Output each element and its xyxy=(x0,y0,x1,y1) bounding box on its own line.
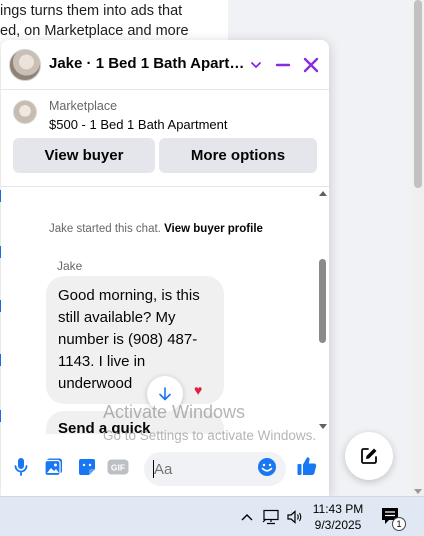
activate-windows-subtitle: Go to Settings to activate Windows. xyxy=(103,428,317,443)
message-scrollbar[interactable] xyxy=(317,187,327,434)
taskbar: 11:43 PM 9/3/2025 xyxy=(0,496,424,536)
new-message-button[interactable] xyxy=(345,432,393,480)
page-scrollbar-thumb[interactable] xyxy=(414,0,422,188)
chat-title[interactable]: Jake · 1 Bed 1 Bath Apartm… xyxy=(49,55,245,72)
message-scroll-up-arrow[interactable] xyxy=(319,191,327,196)
chevron-up-icon[interactable] xyxy=(237,507,257,527)
text-caret xyxy=(153,460,154,478)
listing-label: Marketplace xyxy=(49,99,118,113)
message-list[interactable]: Jake started this chat. View buyer profi… xyxy=(1,186,329,434)
activate-windows-title: Activate Windows xyxy=(103,402,246,422)
avatar[interactable] xyxy=(9,49,41,81)
background-line-2: ed, on Marketplace and more xyxy=(0,23,189,39)
listing-info[interactable]: Marketplace $500 - 1 Bed 1 Bath Apartmen… xyxy=(1,90,329,140)
chat-header[interactable]: Jake · 1 Bed 1 Bath Apartm… xyxy=(1,40,329,90)
sender-name: Jake xyxy=(57,259,83,273)
clock-time: 11:43 PM xyxy=(312,502,364,516)
close-icon[interactable] xyxy=(299,53,323,77)
thumbs-up-icon[interactable] xyxy=(295,454,319,478)
message-scrollbar-thumb[interactable] xyxy=(319,259,326,343)
photo-icon[interactable] xyxy=(43,456,65,478)
composer: GIF xyxy=(1,444,329,496)
message-scroll-down-arrow[interactable] xyxy=(319,424,327,429)
chat-started-text: Jake started this chat. xyxy=(49,223,161,235)
listing-title[interactable]: $500 - 1 Bed 1 Bath Apartment xyxy=(49,117,228,132)
volume-icon[interactable] xyxy=(285,507,305,527)
microphone-icon[interactable] xyxy=(10,456,32,478)
view-buyer-profile-link[interactable]: View buyer profile xyxy=(164,223,263,235)
page-scrollbar[interactable] xyxy=(412,0,424,496)
arrow-down-icon xyxy=(159,387,171,401)
minimize-icon[interactable] xyxy=(271,53,295,77)
view-buyer-button[interactable]: View buyer xyxy=(13,138,155,173)
svg-text:GIF: GIF xyxy=(111,463,125,473)
emoji-icon[interactable] xyxy=(256,456,278,478)
network-icon[interactable] xyxy=(261,507,281,527)
listing-thumbnail[interactable] xyxy=(13,100,37,124)
background-text: ings turns them into ads that ed, on Mar… xyxy=(0,0,228,41)
chat-started-notice: Jake started this chat. View buyer profi… xyxy=(49,223,263,235)
compose-icon xyxy=(361,448,377,464)
gif-icon[interactable]: GIF xyxy=(107,456,129,478)
clock-date: 9/3/2025 xyxy=(314,518,362,532)
more-options-button[interactable]: More options xyxy=(159,138,317,173)
page-scroll-down-arrow[interactable] xyxy=(414,489,422,494)
notification-count-badge: 1 xyxy=(392,517,406,531)
system-clock[interactable]: 11:43 PM 9/3/2025 xyxy=(306,501,370,533)
heart-reaction-icon[interactable]: ♥ xyxy=(194,382,202,398)
sticker-icon[interactable] xyxy=(76,456,98,478)
background-line-1: ings turns them into ads that xyxy=(0,3,183,19)
chevron-down-icon[interactable] xyxy=(244,53,268,77)
